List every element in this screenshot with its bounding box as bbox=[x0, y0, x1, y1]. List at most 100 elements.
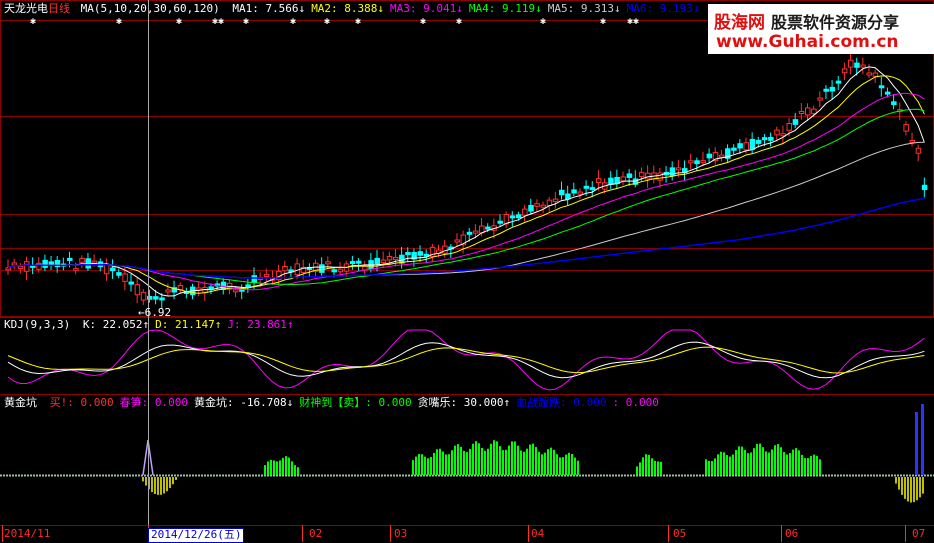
candlestick bbox=[780, 125, 786, 145]
candlestick bbox=[632, 170, 639, 188]
candlestick bbox=[620, 171, 626, 186]
candle-body bbox=[509, 215, 516, 219]
candlestick bbox=[817, 91, 823, 107]
candlestick bbox=[829, 80, 836, 100]
candle-body bbox=[638, 171, 645, 178]
candle-body bbox=[73, 268, 79, 272]
candlestick bbox=[878, 76, 885, 97]
candle-body bbox=[792, 119, 799, 125]
candlestick bbox=[202, 281, 208, 301]
ma-value-3: MA4: 9.119↓ bbox=[468, 2, 542, 15]
candle-body bbox=[128, 281, 134, 285]
candle-body bbox=[841, 68, 848, 74]
ma-params: MA(5,10,20,30,60,120) bbox=[80, 2, 220, 15]
candle-body bbox=[405, 252, 411, 256]
main-header: 天龙光电日线 MA(5,10,20,30,60,120) MA1: 7.566↓… bbox=[4, 3, 699, 15]
x-label-05: 05 bbox=[673, 527, 687, 540]
candle-body bbox=[552, 198, 559, 202]
candlestick bbox=[509, 211, 516, 227]
candlestick bbox=[860, 57, 866, 75]
candlestick bbox=[239, 284, 245, 300]
candlestick bbox=[915, 144, 922, 162]
candle-body bbox=[848, 59, 854, 68]
candlestick bbox=[663, 166, 670, 183]
candlestick bbox=[171, 280, 178, 300]
candlestick bbox=[768, 132, 774, 147]
candlestick bbox=[792, 112, 799, 129]
candlestick bbox=[559, 181, 565, 200]
candle-body bbox=[122, 273, 128, 282]
candlestick bbox=[48, 255, 55, 270]
candlestick bbox=[921, 177, 928, 198]
candle-body bbox=[774, 129, 780, 136]
candlestick bbox=[534, 199, 540, 213]
candle-body bbox=[540, 204, 547, 208]
candlestick bbox=[737, 139, 743, 154]
candle-body bbox=[669, 167, 676, 177]
candlestick bbox=[577, 188, 583, 200]
ma-value-5: MA6: 9.193↓ bbox=[626, 2, 700, 15]
gold-pit-bars bbox=[0, 404, 934, 503]
bloodbath-signal-bar bbox=[921, 404, 924, 475]
candle-body bbox=[805, 107, 811, 116]
candlestick bbox=[891, 94, 897, 110]
candlestick bbox=[319, 257, 325, 276]
period-label: 日线 bbox=[48, 2, 70, 15]
candlestick bbox=[110, 259, 116, 279]
candle-body bbox=[472, 230, 479, 234]
chart-frames bbox=[0, 0, 934, 526]
candle-body bbox=[915, 147, 922, 154]
x-label-2014-11: 2014/11 bbox=[4, 527, 51, 540]
candlestick bbox=[417, 245, 424, 262]
watermark-url: www.Guhai.com.cn bbox=[716, 32, 899, 52]
candle-body bbox=[835, 80, 842, 84]
x-label-03: 03 bbox=[394, 527, 408, 540]
candle-body bbox=[595, 178, 602, 183]
gold-pit-header: 黄金坑 买!: 0.000 春笋: 0.000 黄金坑: -16.708↓ 财神到【卖… bbox=[4, 397, 659, 409]
candlestick bbox=[183, 287, 190, 299]
candlestick bbox=[17, 263, 24, 274]
candlestick bbox=[866, 64, 872, 79]
candle-body bbox=[884, 91, 891, 95]
candle-body bbox=[208, 286, 214, 290]
candle-body bbox=[386, 255, 393, 261]
candle-body bbox=[196, 287, 202, 291]
candle-body bbox=[909, 139, 916, 144]
ma5-line bbox=[7, 66, 925, 297]
candle-body bbox=[263, 273, 270, 278]
gold-value-6: : 0.000 bbox=[612, 396, 659, 409]
candle-body bbox=[903, 124, 909, 132]
candle-body bbox=[42, 259, 48, 268]
candle-body bbox=[798, 111, 805, 115]
candle-body bbox=[688, 160, 694, 164]
stock-chart-canvas[interactable] bbox=[0, 0, 934, 542]
candlestick bbox=[903, 120, 909, 136]
candlestick bbox=[682, 160, 688, 180]
candle-body bbox=[392, 256, 399, 260]
candlestick bbox=[42, 254, 48, 272]
candlestick bbox=[712, 147, 719, 165]
candlestick bbox=[405, 247, 411, 263]
candle-body bbox=[337, 268, 344, 273]
candle-body bbox=[442, 245, 448, 254]
kdj-value-1: D: 21.147↑ bbox=[155, 318, 222, 331]
candlestick bbox=[651, 165, 657, 184]
candle-body bbox=[522, 208, 528, 216]
candle-body bbox=[140, 291, 147, 301]
candle-body bbox=[749, 138, 756, 150]
kdj-k-line bbox=[7, 341, 925, 379]
candle-body bbox=[589, 187, 596, 191]
ma10-line bbox=[7, 75, 925, 294]
candlestick bbox=[528, 198, 534, 215]
gold-value-3: 财神到【卖】: 0.000 bbox=[299, 396, 412, 409]
candle-body bbox=[165, 289, 171, 293]
kdj-value-0: K: 22.052↑ bbox=[82, 318, 150, 331]
candle-body bbox=[374, 257, 380, 265]
candle-body bbox=[319, 264, 325, 273]
candle-body bbox=[515, 214, 522, 219]
candle-body bbox=[325, 261, 331, 265]
candle-body bbox=[233, 289, 239, 293]
candlestick bbox=[694, 157, 700, 172]
candle-body bbox=[878, 85, 885, 89]
candle-body bbox=[657, 172, 663, 181]
